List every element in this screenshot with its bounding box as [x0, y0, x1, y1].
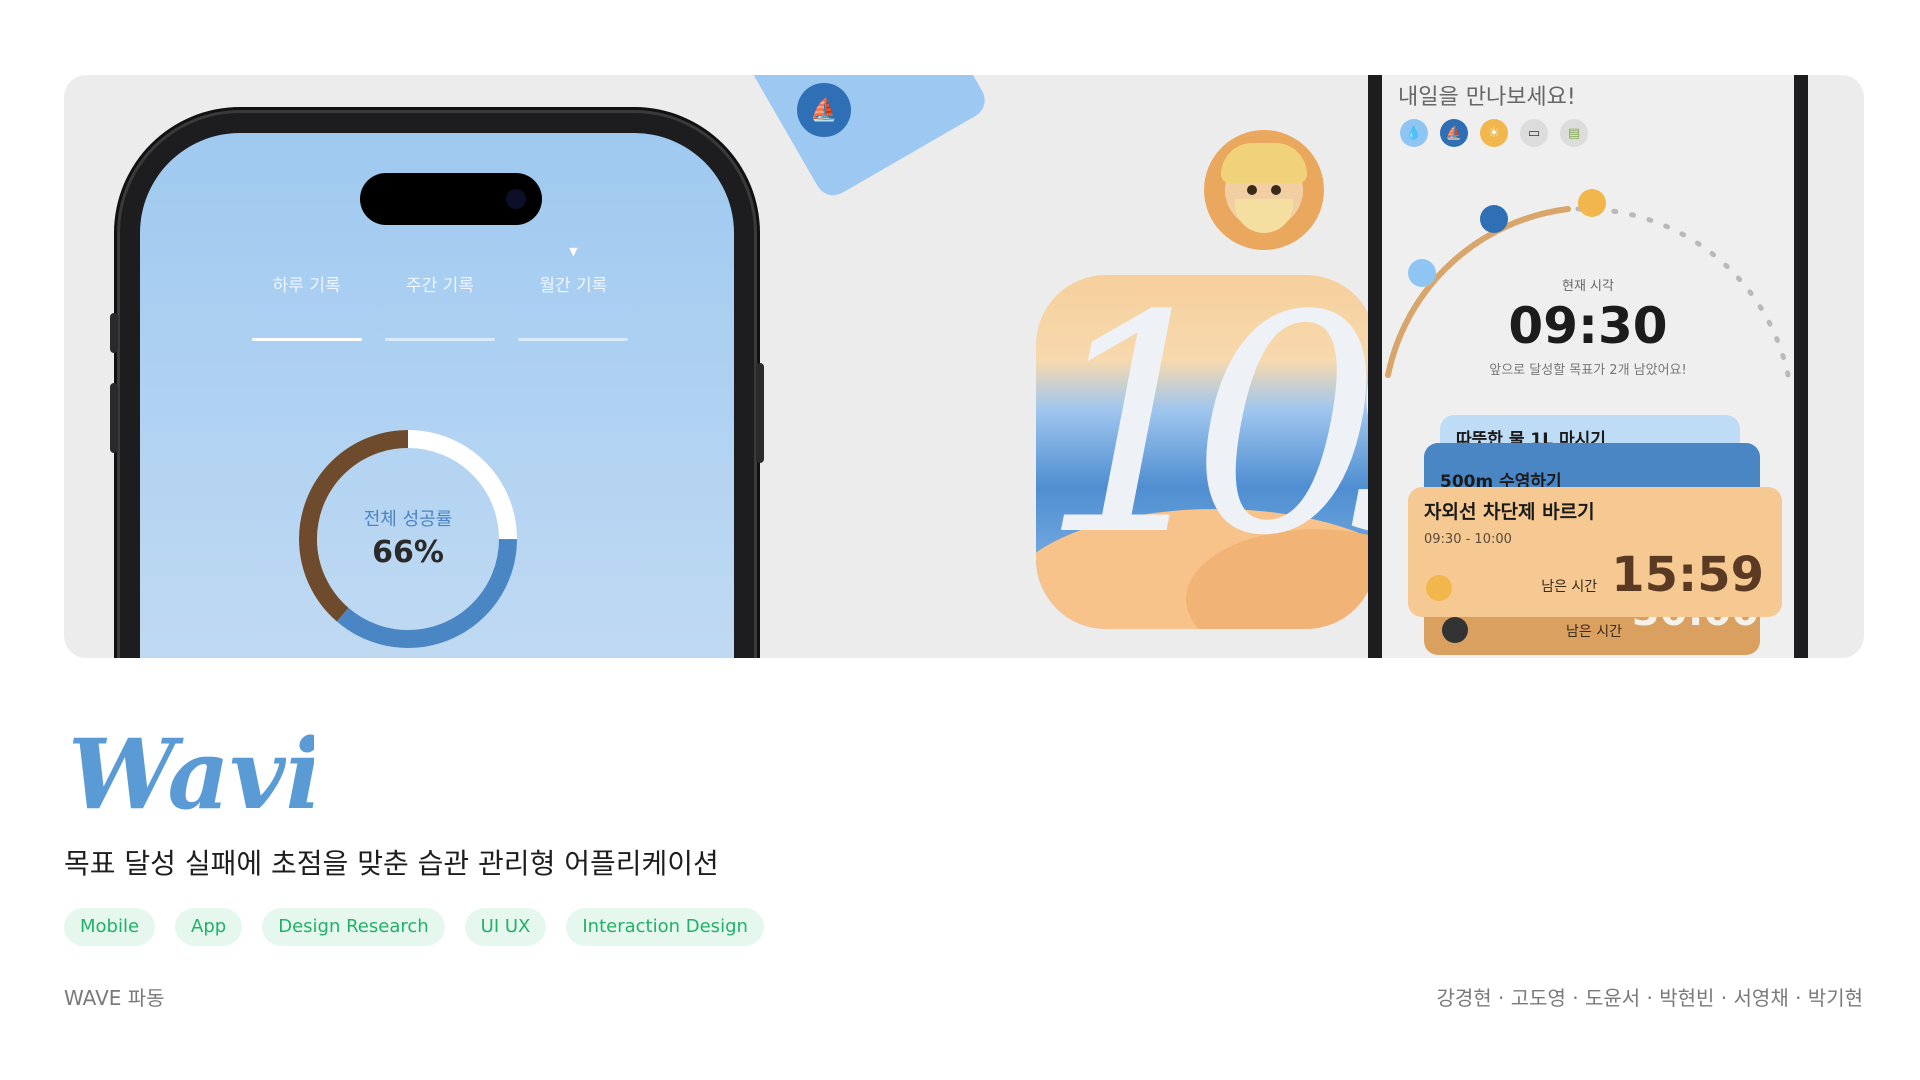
logo-text: Wavi: [68, 720, 314, 820]
boat-icon: ⛵: [797, 83, 851, 137]
avatar: [1204, 130, 1324, 250]
app-icon-glyph: 109: [1040, 275, 1376, 601]
success-rate-value: 66%: [372, 535, 444, 570]
phone-side-button: [110, 313, 118, 353]
clock-label: 현재 시각: [1562, 279, 1614, 294]
record-tabs: 하루 기록 주간 기록 ▼ 월간 기록: [240, 245, 640, 341]
remain-label: 남은 시간: [1541, 579, 1598, 595]
tab-daily-record[interactable]: 하루 기록: [240, 271, 373, 341]
donut-center: 전체 성공률 66%: [290, 505, 526, 570]
app-icon: 109: [1036, 275, 1376, 629]
tab-indicator: [251, 338, 362, 341]
remain-value: 15:59: [1611, 547, 1764, 603]
avatar-eye: [1247, 185, 1257, 195]
camera-icon: [506, 189, 526, 209]
phone-screen-right: 내일을 만나보세요! 💧 ⛵ ☀ ▭ ▤ 현재 시각 09:30 앞으로 달성할…: [1382, 75, 1794, 658]
clock-time: 09:30: [1508, 297, 1668, 355]
phone-volume-button: [110, 383, 118, 453]
tab-label: 주간 기록: [406, 276, 474, 296]
laptop-icon[interactable]: ▭: [1520, 119, 1548, 147]
tab-indicator: [518, 338, 629, 341]
phone-mockup-right: 내일을 만나보세요! 💧 ⛵ ☀ ▭ ▤ 현재 시각 09:30 앞으로 달성할…: [1368, 75, 1808, 658]
sun-icon[interactable]: ☀: [1480, 119, 1508, 147]
wavi-logo: Wavi: [68, 720, 314, 820]
tab-label: 하루 기록: [272, 276, 341, 296]
tag-app[interactable]: App: [175, 908, 243, 946]
tag-ui-ux[interactable]: UI UX: [464, 908, 547, 946]
remain-timer: 남은 시간 15:59: [1541, 547, 1764, 603]
tag-design-research[interactable]: Design Research: [262, 908, 445, 946]
tab-indicator: [384, 338, 495, 341]
phone-mockup-left: 하루 기록 주간 기록 ▼ 월간 기록 전체 성공률 66%: [110, 113, 764, 658]
tab-weekly-record[interactable]: 주간 기록: [373, 271, 506, 341]
tag-mobile[interactable]: Mobile: [64, 908, 156, 946]
tag-interaction-design[interactable]: Interaction Design: [566, 908, 764, 946]
sun-icon: [1578, 189, 1606, 217]
sun-icon: [1426, 575, 1452, 601]
avatar-hair: [1221, 143, 1307, 183]
remain-label: 남은 시간: [1566, 624, 1622, 640]
success-rate-label: 전체 성공률: [363, 509, 453, 530]
book-icon[interactable]: ▤: [1560, 119, 1588, 147]
laptop-icon: [1442, 617, 1468, 643]
task-card-active[interactable]: 자외선 차단제 바르기 09:30 - 10:00 남은 시간 15:59: [1408, 487, 1782, 617]
phone-screen-left: 하루 기록 주간 기록 ▼ 월간 기록 전체 성공률 66%: [140, 133, 734, 658]
team-members: 강경현 · 고도영 · 도윤서 · 박현빈 · 서영채 · 박기현: [1436, 986, 1863, 1010]
hero-banner: 하루 기록 주간 기록 ▼ 월간 기록 전체 성공률 66% ⛵ 10 내일을 …: [64, 75, 1864, 658]
habit-icon-row: 💧 ⛵ ☀ ▭ ▤: [1400, 119, 1588, 147]
decorative-card: [746, 75, 992, 202]
water-drop-icon[interactable]: 💧: [1400, 119, 1428, 147]
screen-heading: 내일을 만나보세요!: [1398, 85, 1576, 110]
task-time: 09:30 - 10:00: [1424, 532, 1512, 547]
avatar-beard: [1235, 199, 1293, 233]
tab-label: 월간 기록: [539, 276, 608, 296]
phone-power-button: [756, 363, 764, 463]
avatar-eye: [1271, 185, 1281, 195]
project-subtitle: 목표 달성 실패에 초점을 맞춘 습관 관리형 어플리케이션: [64, 847, 719, 880]
boat-icon[interactable]: ⛵: [1440, 119, 1468, 147]
clock-subtitle: 앞으로 달성할 목표가 2개 남았어요!: [1489, 363, 1687, 378]
avatar-face: [1221, 143, 1307, 233]
dynamic-island: [360, 173, 542, 225]
tag-list: Mobile App Design Research UI UX Interac…: [64, 908, 764, 946]
triangle-down-icon: ▼: [569, 245, 578, 258]
boat-icon: [1480, 205, 1508, 233]
tab-monthly-record[interactable]: ▼ 월간 기록: [507, 245, 640, 341]
team-name: WAVE 파동: [64, 986, 165, 1010]
task-title: 자외선 차단제 바르기: [1424, 501, 1595, 523]
